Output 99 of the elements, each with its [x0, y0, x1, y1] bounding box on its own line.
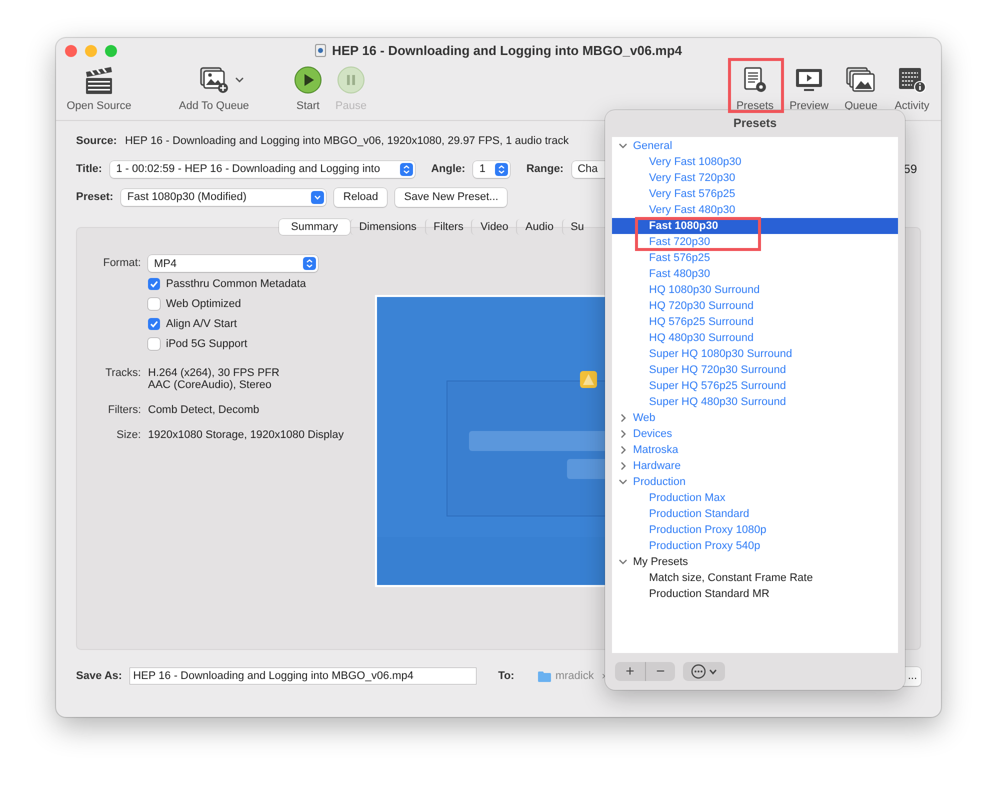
- preset-item[interactable]: Fast 720p30: [612, 234, 898, 250]
- document-gear-icon: [742, 66, 768, 94]
- checkbox[interactable]: [148, 278, 160, 290]
- ellipsis-icon: [691, 664, 706, 679]
- clapperboard-icon: [83, 65, 115, 95]
- preset-group[interactable]: Production: [633, 476, 686, 488]
- format-popup[interactable]: MP4: [148, 255, 318, 272]
- preset-item[interactable]: Fast 1080p30: [612, 218, 898, 234]
- preset-item[interactable]: Match size, Constant Frame Rate: [612, 570, 898, 586]
- preset-item[interactable]: Very Fast 576p25: [612, 186, 898, 202]
- add-button[interactable]: +: [615, 662, 645, 681]
- chevron-right-icon[interactable]: [618, 412, 628, 423]
- close-button[interactable]: [65, 45, 77, 57]
- window-title: HEP 16 - Downloading and Logging into MBGO_v06.mp4: [332, 43, 682, 58]
- option-label: Align A/V Start: [166, 318, 237, 330]
- preset-action-button[interactable]: Save New Preset...: [395, 188, 508, 206]
- save-as-label: Save As:: [76, 670, 122, 682]
- preset-item[interactable]: Production Proxy 1080p: [612, 522, 898, 538]
- checkbox[interactable]: [148, 318, 160, 330]
- preset-item[interactable]: Very Fast 720p30: [612, 170, 898, 186]
- preset-item[interactable]: Super HQ 480p30 Surround: [612, 394, 898, 410]
- stepper-icon: [495, 162, 508, 176]
- preset-group[interactable]: Hardware: [633, 460, 681, 472]
- preset-item[interactable]: Fast 480p30: [612, 266, 898, 282]
- chevron-down-icon[interactable]: [618, 556, 628, 567]
- preset-action-button[interactable]: Reload: [334, 188, 388, 206]
- presets-button[interactable]: Presets: [732, 64, 778, 112]
- preset-group[interactable]: My Presets: [633, 556, 688, 568]
- angle-label: Angle:: [431, 163, 466, 175]
- path-separator: ›: [602, 670, 606, 682]
- action-menu-button[interactable]: [683, 662, 725, 681]
- angle-popup[interactable]: 1: [473, 160, 510, 178]
- detail-value: Comb Detect, Decomb: [148, 404, 260, 416]
- preset-item[interactable]: HQ 576p25 Surround: [612, 314, 898, 330]
- detail-label: Filters:: [107, 404, 141, 416]
- format-label: Format:: [102, 256, 141, 271]
- detail-value: 1920x1080 Storage, 1920x1080 Display: [148, 429, 345, 441]
- title-popup[interactable]: 1 - 00:02:59 - HEP 16 - Downloading and Logging into: [110, 160, 416, 178]
- popover-title: Presets: [732, 115, 778, 132]
- highlight-frame: [728, 58, 784, 113]
- preset-item[interactable]: Production Max: [612, 490, 898, 506]
- stepper-icon: [303, 257, 316, 270]
- folder-name[interactable]: mradick: [555, 670, 594, 682]
- play-icon: [294, 66, 322, 94]
- preset-item[interactable]: Super HQ 1080p30 Surround: [612, 346, 898, 362]
- preset-group[interactable]: Web: [633, 412, 656, 424]
- detail-label: Tracks:: [104, 367, 141, 381]
- monitor-play-icon: [794, 66, 824, 94]
- start-button[interactable]: Start: [288, 64, 328, 112]
- chevron-down-icon[interactable]: [618, 476, 628, 487]
- log-info-icon: [897, 66, 927, 94]
- tab[interactable]: Summary: [279, 219, 350, 235]
- preset-label: Preset:: [76, 191, 114, 203]
- activity-button[interactable]: Activity: [887, 64, 937, 112]
- preset-item[interactable]: HQ 1080p30 Surround: [612, 282, 898, 298]
- chevron-right-icon[interactable]: [618, 460, 628, 471]
- preset-item[interactable]: HQ 720p30 Surround: [612, 298, 898, 314]
- source-info: HEP 16 - Downloading and Logging into MBGO_v06, 1920x1080, 29.97 FPS, 1 audio track: [124, 135, 569, 147]
- stepper-icon: [400, 162, 414, 176]
- preset-item[interactable]: Fast 576p25: [612, 250, 898, 266]
- chevron-right-icon[interactable]: [618, 428, 628, 439]
- destination-label: To:: [498, 670, 514, 682]
- chevron-right-icon[interactable]: [618, 444, 628, 455]
- detail-label: Size:: [116, 429, 141, 441]
- dropdown-icon: [311, 190, 324, 204]
- remove-button[interactable]: −: [645, 662, 675, 681]
- caret-icon: [709, 668, 717, 674]
- preset-item[interactable]: Super HQ 576p25 Surround: [612, 378, 898, 394]
- preset-group[interactable]: General: [633, 140, 672, 152]
- checkbox[interactable]: [148, 338, 160, 350]
- option-label: iPod 5G Support: [166, 338, 248, 350]
- preset-item[interactable]: Production Standard: [612, 506, 898, 522]
- preset-item[interactable]: Production Proxy 540p: [612, 538, 898, 554]
- source-label: Source:: [76, 135, 117, 147]
- pause-icon: [337, 66, 365, 94]
- stacked-pictures-icon: [845, 66, 877, 94]
- open-source-button[interactable]: Open Source: [56, 64, 142, 112]
- detail-value: H.264 (x264), 30 FPS PFR: [148, 367, 280, 379]
- caret-icon: [234, 77, 244, 83]
- title-label: Title:: [76, 163, 102, 175]
- checkbox[interactable]: [148, 298, 160, 310]
- preset-item[interactable]: Very Fast 480p30: [612, 202, 898, 218]
- preset-item[interactable]: Super HQ 720p30 Surround: [612, 362, 898, 378]
- preset-group[interactable]: Matroska: [633, 444, 678, 456]
- preset-item[interactable]: Production Standard MR: [612, 586, 898, 602]
- chevron-down-icon[interactable]: [618, 140, 628, 151]
- range-label: Range:: [526, 163, 564, 175]
- preset-item[interactable]: HQ 480p30 Surround: [612, 330, 898, 346]
- option-label: Web Optimized: [166, 298, 241, 310]
- detail-value: AAC (CoreAudio), Stereo: [148, 379, 272, 391]
- file-name-field[interactable]: HEP 16 - Downloading and Logging into MBGO_v06.mp4: [130, 668, 476, 684]
- add-picture-icon: [198, 66, 228, 94]
- option-label: Passthru Common Metadata: [166, 278, 306, 290]
- preset-popup[interactable]: Fast 1080p30 (Modified): [121, 188, 326, 206]
- preset-group[interactable]: Devices: [633, 428, 672, 440]
- add-to-queue-button[interactable]: Add To Queue: [169, 64, 259, 112]
- file-icon: [314, 44, 326, 57]
- folder-icon: [538, 670, 552, 682]
- preset-item[interactable]: Very Fast 1080p30: [612, 154, 898, 170]
